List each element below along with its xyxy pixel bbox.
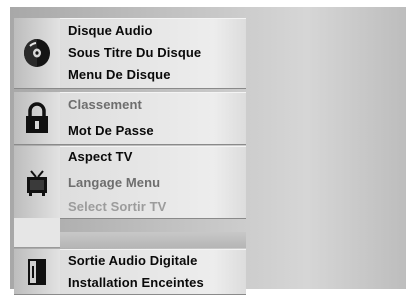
menu-item-langage-menu[interactable]: Langage Menu bbox=[68, 172, 160, 194]
menu-group-audio: Sortie Audio Digitale Installation Encei… bbox=[14, 249, 246, 294]
menu-item-sortie-audio-digitale[interactable]: Sortie Audio Digitale bbox=[68, 250, 197, 272]
menu-item-classement[interactable]: Classement bbox=[68, 94, 142, 116]
menu-group-disc: Disque Audio Sous Titre Du Disque Menu D… bbox=[14, 18, 246, 88]
tv-icon bbox=[27, 170, 47, 196]
tab-connector-shadow bbox=[60, 232, 246, 248]
menu-item-menu-de-disque[interactable]: Menu De Disque bbox=[68, 64, 171, 86]
menu-item-select-sortir-tv[interactable]: Select Sortir TV bbox=[68, 196, 166, 218]
menu-group-lock: Classement Mot De Passe bbox=[14, 92, 246, 144]
padlock-icon bbox=[26, 102, 48, 133]
disc-icon bbox=[24, 39, 50, 67]
menu-item-installation-enceintes[interactable]: Installation Enceintes bbox=[68, 272, 204, 294]
osd-screen: Disque Audio Sous Titre Du Disque Menu D… bbox=[0, 0, 417, 302]
menu-item-aspect-tv[interactable]: Aspect TV bbox=[68, 146, 132, 168]
speaker-icon bbox=[28, 259, 46, 285]
menu-group-tv: Aspect TV Langage Menu Select Sortir TV bbox=[14, 146, 246, 218]
tab-connector bbox=[14, 218, 60, 248]
menu-item-mot-de-passe[interactable]: Mot De Passe bbox=[68, 120, 154, 142]
menu-item-disque-audio[interactable]: Disque Audio bbox=[68, 20, 153, 42]
menu-item-sous-titre-du-disque[interactable]: Sous Titre Du Disque bbox=[68, 42, 201, 64]
